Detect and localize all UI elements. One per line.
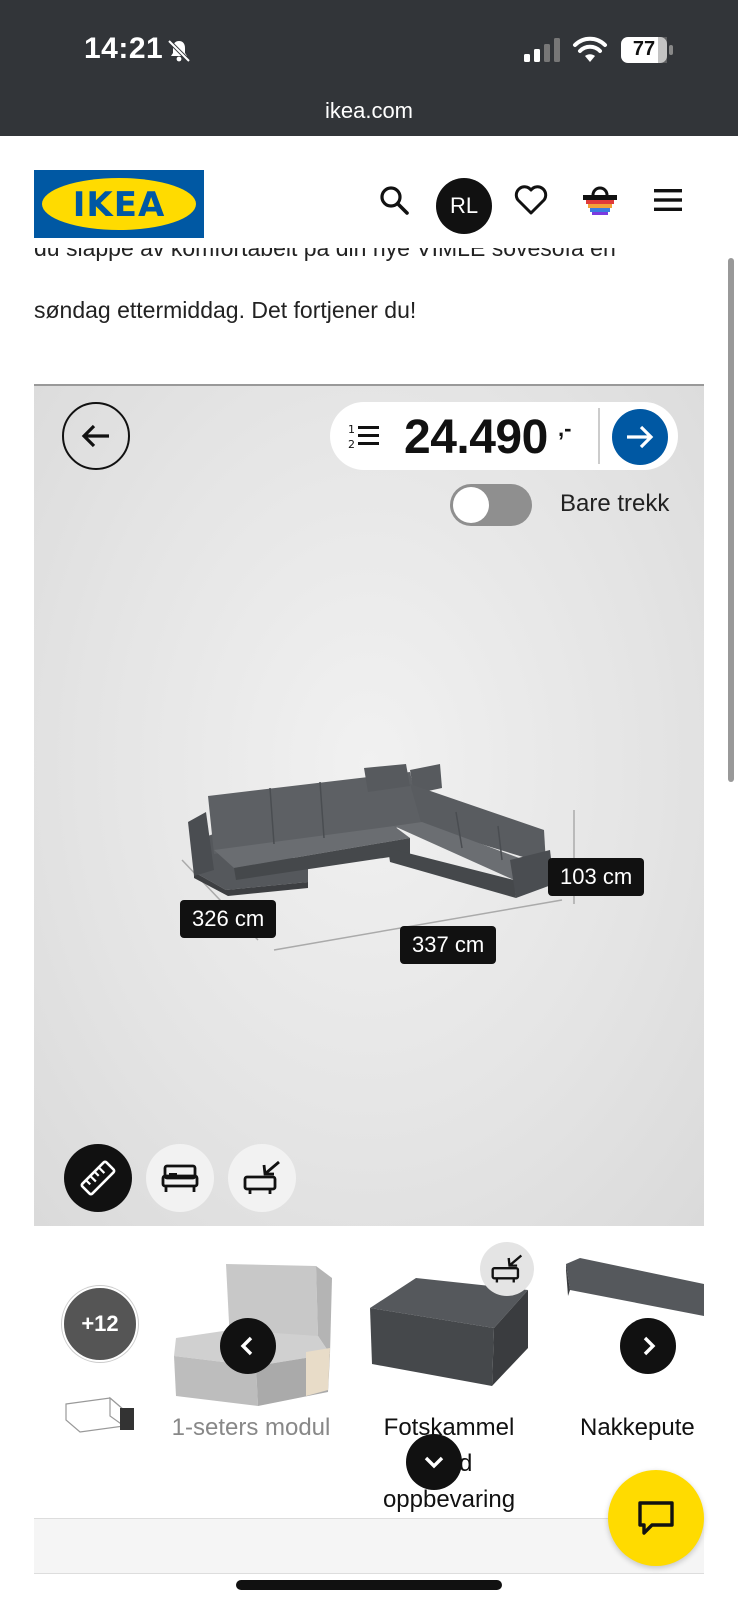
bell-muted-icon — [167, 39, 191, 63]
storage-badge — [480, 1242, 534, 1296]
chevron-right-icon — [643, 1336, 656, 1356]
storage-ottoman-icon — [491, 1254, 523, 1283]
chevron-left-icon — [240, 1336, 253, 1356]
favorites-button[interactable] — [511, 180, 551, 220]
svg-text:1: 1 — [348, 423, 355, 436]
user-avatar[interactable]: RL — [436, 178, 492, 234]
description-line: søndag ettermiddag. Det fortjener du! — [34, 297, 417, 323]
chat-bubble-icon — [638, 1501, 674, 1535]
bed-mode-button[interactable] — [146, 1144, 214, 1212]
wifi-icon — [573, 36, 607, 62]
hamburger-menu-icon — [654, 189, 682, 211]
shopping-bag-icon — [583, 186, 617, 215]
accessory-carousel[interactable]: +12 1-seters modul Fotskammel med oppbev… — [0, 1228, 738, 1518]
svg-text:2: 2 — [348, 438, 355, 450]
chat-button[interactable] — [608, 1470, 704, 1566]
height-dimension-label: 103 cm — [548, 858, 645, 896]
storage-view-button[interactable] — [228, 1144, 296, 1212]
signal-icon — [524, 38, 560, 62]
page-scrollbar[interactable] — [728, 258, 734, 782]
proceed-button[interactable] — [612, 409, 668, 465]
price-suffix: ,- — [558, 416, 572, 441]
product-configurator-viewer[interactable]: 1 2 24.490 ,- Bare trekk 326 cm 337 cm 1… — [34, 384, 704, 1226]
price-value: 24.490 — [404, 411, 548, 464]
depth-dimension-label: 326 cm — [180, 900, 277, 938]
pill-divider — [598, 408, 600, 464]
battery-level: 77 — [632, 38, 656, 60]
width-dimension-label: 337 cm — [400, 926, 497, 964]
home-indicator[interactable] — [236, 1580, 502, 1590]
price-summary[interactable]: 1 2 24.490 ,- — [330, 402, 678, 470]
mini-sofa-thumbnail[interactable] — [62, 1388, 138, 1434]
ruler-icon — [80, 1160, 116, 1196]
storage-ottoman-icon — [243, 1160, 280, 1194]
battery-icon: 77 — [620, 36, 674, 64]
site-header: IKEA RL — [0, 136, 738, 248]
status-bar: 14:21 77 ikea.com — [0, 0, 738, 136]
heart-icon — [514, 185, 548, 215]
toggle-knob — [453, 487, 489, 523]
logo-text: IKEA — [72, 185, 166, 225]
arrow-left-icon — [81, 424, 109, 448]
expand-button[interactable] — [406, 1434, 462, 1490]
more-variants-badge[interactable]: +12 — [62, 1286, 138, 1362]
sofa-bed-icon — [161, 1164, 199, 1192]
measurements-button[interactable] — [64, 1144, 132, 1212]
chevron-down-icon — [424, 1456, 444, 1469]
carousel-prev-button[interactable] — [220, 1318, 276, 1374]
bottom-panel — [34, 1518, 704, 1574]
ikea-logo[interactable]: IKEA — [34, 170, 204, 238]
neck-pillow-label[interactable]: Nakkepute — [580, 1410, 710, 1446]
search-button[interactable] — [374, 180, 414, 220]
search-icon — [380, 186, 409, 215]
carousel-next-button[interactable] — [620, 1318, 676, 1374]
url-bar[interactable]: ikea.com — [0, 98, 738, 124]
one-seat-module-label[interactable]: 1-seters modul — [166, 1410, 336, 1446]
numbered-list-icon: 1 2 — [348, 423, 379, 450]
back-button[interactable] — [62, 402, 130, 470]
menu-button[interactable] — [648, 180, 688, 220]
cover-only-label: Bare trekk — [560, 490, 670, 517]
cart-button[interactable] — [580, 180, 620, 220]
status-time: 14:21 — [84, 32, 164, 65]
footstool-label-line3: oppbevaring — [382, 1486, 516, 1513]
arrow-right-icon — [627, 425, 654, 449]
cover-only-toggle[interactable] — [450, 484, 532, 526]
